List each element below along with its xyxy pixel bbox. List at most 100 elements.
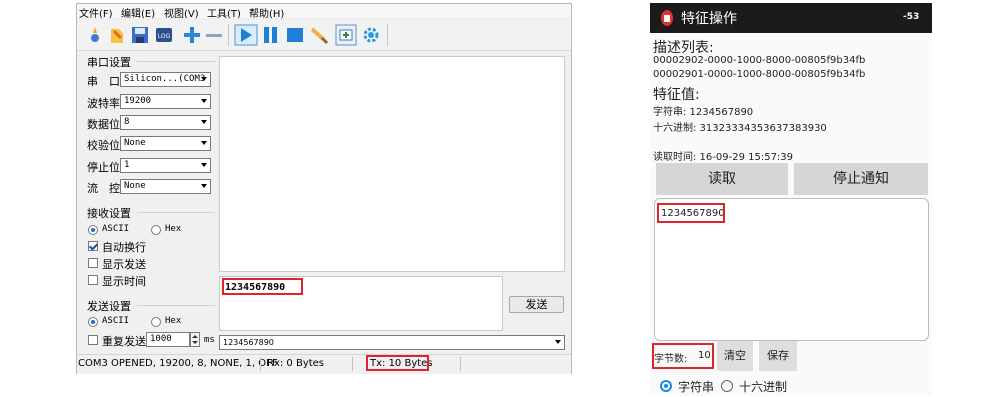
receive-settings-title: 接收设置 xyxy=(87,207,131,220)
receive-ascii-label: ASCII xyxy=(102,224,130,234)
serial-tool-window: 文件(F) 编辑(E) 视图(V) 工具(T) 帮助(H) LOG 串口设置 串… xyxy=(76,3,572,374)
group-divider xyxy=(137,305,215,306)
send-settings-title: 发送设置 xyxy=(87,300,131,313)
save-icon[interactable] xyxy=(130,25,150,45)
receive-textarea[interactable] xyxy=(219,56,565,272)
repeat-send-label: 重复发送 xyxy=(102,335,146,348)
save-button[interactable]: 保存 xyxy=(759,341,797,371)
toolbar: LOG xyxy=(77,20,571,51)
menu-view[interactable]: 视图(V) xyxy=(164,5,199,20)
highlight-box xyxy=(652,343,714,369)
baud-label: 波特率 xyxy=(87,97,120,110)
brush-icon[interactable] xyxy=(309,25,329,45)
stop-icon[interactable] xyxy=(285,25,305,45)
status-divider xyxy=(352,357,353,371)
show-send-checkbox[interactable] xyxy=(88,258,98,268)
chevron-down-icon xyxy=(555,340,561,344)
clear-button[interactable]: 清空 xyxy=(717,341,753,371)
chevron-down-icon xyxy=(201,77,207,81)
status-divider xyxy=(460,357,461,371)
menu-file[interactable]: 文件(F) xyxy=(79,5,113,20)
toolbar-separator xyxy=(387,24,388,46)
minus-icon[interactable] xyxy=(204,25,224,45)
status-bar: COM3 OPENED, 19200, 8, NONE, 1, OFF Rx: … xyxy=(77,354,571,374)
repeat-send-checkbox[interactable] xyxy=(88,335,98,345)
status-rx: Rx: 0 Bytes xyxy=(267,358,325,369)
parity-label: 校验位 xyxy=(87,139,120,152)
phone-screen: 特征操作 -53 描述列表: 00002902-0000-1000-8000-0… xyxy=(650,3,932,396)
receive-hex-label: Hex xyxy=(165,224,182,234)
chevron-down-icon xyxy=(201,163,207,167)
port-select[interactable]: Silicon...(COM3 xyxy=(120,72,211,87)
play-icon[interactable] xyxy=(234,24,258,46)
interval-unit: ms xyxy=(204,335,215,345)
toolbar-separator xyxy=(228,24,229,46)
highlight-box xyxy=(222,278,303,295)
highlight-box xyxy=(366,355,429,371)
port-settings-title: 串口设置 xyxy=(87,56,131,69)
pause-icon[interactable] xyxy=(261,25,281,45)
send-hex-radio[interactable] xyxy=(151,317,161,327)
show-time-checkbox[interactable] xyxy=(88,275,98,285)
radio-hex-label: 十六进制 xyxy=(739,380,788,394)
radio-hex[interactable] xyxy=(721,380,733,392)
auto-wrap-checkbox[interactable] xyxy=(88,241,98,251)
interval-input[interactable]: 1000 xyxy=(146,332,190,347)
status-divider xyxy=(260,357,261,371)
chevron-down-icon xyxy=(201,120,207,124)
log-icon[interactable]: LOG xyxy=(154,25,174,45)
menu-tools[interactable]: 工具(T) xyxy=(207,5,241,20)
data-bits-select[interactable]: 8 xyxy=(120,115,211,130)
chevron-down-icon xyxy=(201,99,207,103)
flow-select[interactable]: None xyxy=(120,179,211,194)
show-time-label: 显示时间 xyxy=(102,275,146,288)
port-label: 串 口 xyxy=(87,75,120,88)
desc-item: 00002902-0000-1000-8000-00805f9b34fb xyxy=(653,55,866,66)
send-ascii-label: ASCII xyxy=(102,316,130,326)
interval-stepper[interactable] xyxy=(190,332,200,347)
gear-icon[interactable] xyxy=(361,25,381,45)
data-bits-label: 数据位 xyxy=(87,118,120,131)
hex-value: 十六进制: 31323334353637383930 xyxy=(653,123,827,134)
svg-text:LOG: LOG xyxy=(158,33,171,40)
string-value: 字符串: 1234567890 xyxy=(653,107,754,118)
chevron-down-icon xyxy=(201,141,207,145)
baud-select[interactable]: 19200 xyxy=(120,94,211,109)
read-time: 读取时间: 16-09-29 15:57:39 xyxy=(653,152,794,163)
menu-help[interactable]: 帮助(H) xyxy=(249,5,284,20)
send-button[interactable]: 发送 xyxy=(509,296,564,313)
parity-select[interactable]: None xyxy=(120,136,211,151)
status-port: COM3 OPENED, 19200, 8, NONE, 1, OFF xyxy=(78,358,278,369)
value-title: 特征值: xyxy=(653,87,700,103)
receive-hex-radio[interactable] xyxy=(151,225,161,235)
stop-bits-label: 停止位 xyxy=(87,161,120,174)
radio-string-label: 字符串 xyxy=(678,380,715,394)
send-hex-label: Hex xyxy=(165,316,182,326)
plus-icon[interactable] xyxy=(182,25,202,45)
page-title: 特征操作 xyxy=(681,11,737,27)
chevron-down-icon xyxy=(201,184,207,188)
send-ascii-radio[interactable] xyxy=(88,317,98,327)
app-icon xyxy=(660,9,674,30)
stop-notify-button[interactable]: 停止通知 xyxy=(794,163,928,195)
stop-bits-select[interactable]: 1 xyxy=(120,158,211,173)
receive-ascii-radio[interactable] xyxy=(88,225,98,235)
highlight-box xyxy=(657,203,725,223)
open-icon[interactable] xyxy=(107,25,127,45)
desc-item: 00002901-0000-1000-8000-00805f9b34fb xyxy=(653,69,866,80)
new-icon[interactable] xyxy=(85,25,105,45)
add-window-icon[interactable] xyxy=(335,24,357,46)
flow-label: 流 控 xyxy=(87,182,120,195)
desc-list-title: 描述列表: xyxy=(653,40,714,56)
title-bar: 特征操作 -53 xyxy=(650,3,932,33)
group-divider xyxy=(137,61,215,62)
show-send-label: 显示发送 xyxy=(102,258,146,271)
auto-wrap-label: 自动换行 xyxy=(102,241,146,254)
radio-string[interactable] xyxy=(660,380,672,392)
signal-strength: -53 xyxy=(903,12,920,22)
menu-bar: 文件(F) 编辑(E) 视图(V) 工具(T) 帮助(H) xyxy=(77,4,571,20)
read-button[interactable]: 读取 xyxy=(656,163,788,195)
send-history-select[interactable]: 1234567890 xyxy=(219,335,565,350)
group-divider xyxy=(137,212,215,213)
menu-edit[interactable]: 编辑(E) xyxy=(121,5,155,20)
